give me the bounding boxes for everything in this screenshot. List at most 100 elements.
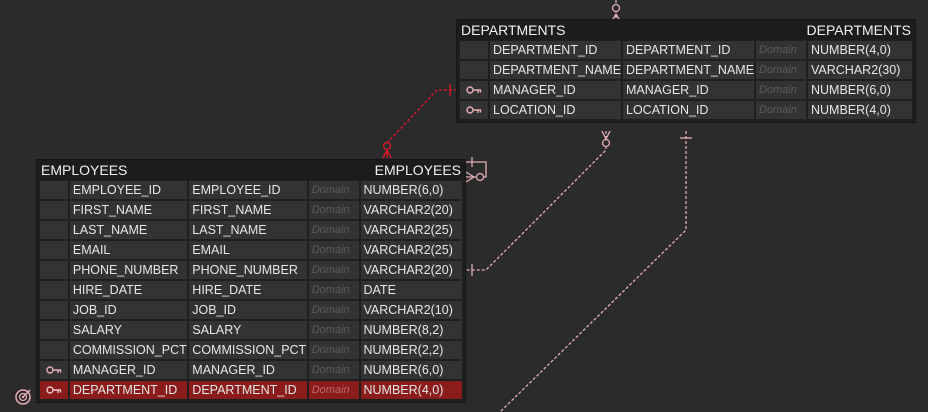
column-logical-name: HIRE_DATE	[189, 281, 307, 299]
column-type: NUMBER(4,0)	[360, 381, 463, 399]
column-icon-cell	[460, 81, 488, 99]
column-logical-name: JOB_ID	[189, 301, 307, 319]
column-type: VARCHAR2(30)	[808, 61, 912, 79]
column-type: VARCHAR2(20)	[360, 261, 463, 279]
column-name: COMMISSION_PCT	[69, 341, 188, 359]
column-icon-cell	[40, 361, 68, 379]
column-row-selected[interactable]: DEPARTMENT_ID DEPARTMENT_ID Domain NUMBE…	[39, 380, 463, 400]
column-type: NUMBER(4,0)	[808, 101, 912, 119]
column-icon-cell	[40, 261, 68, 279]
column-row[interactable]: PHONE_NUMBER PHONE_NUMBER Domain VARCHAR…	[39, 260, 463, 280]
relation-dept-location[interactable]	[499, 131, 692, 412]
column-row[interactable]: DEPARTMENT_NAME DEPARTMENT_NAME Domain V…	[459, 60, 913, 80]
column-icon-cell	[40, 381, 68, 399]
column-domain: Domain	[756, 101, 806, 119]
column-row[interactable]: MANAGER_ID MANAGER_ID Domain NUMBER(6,0)	[39, 360, 463, 380]
relation-emp-department[interactable]	[465, 130, 611, 276]
column-type: VARCHAR2(10)	[360, 301, 463, 319]
column-icon-cell	[460, 61, 488, 79]
column-type: NUMBER(6,0)	[808, 81, 912, 99]
column-row[interactable]: JOB_ID JOB_ID Domain VARCHAR2(10)	[39, 300, 463, 320]
column-row[interactable]: HIRE_DATE HIRE_DATE Domain DATE	[39, 280, 463, 300]
column-icon-cell	[40, 241, 68, 259]
entity-title: EMPLOYEES	[41, 162, 128, 178]
column-name: MANAGER_ID	[490, 81, 621, 99]
column-row[interactable]: SALARY SALARY Domain NUMBER(8,2)	[39, 320, 463, 340]
column-name: HIRE_DATE	[69, 281, 188, 299]
column-row[interactable]: COMMISSION_PCT COMMISSION_PCT Domain NUM…	[39, 340, 463, 360]
key-icon	[466, 86, 482, 94]
column-type: VARCHAR2(20)	[360, 201, 463, 219]
column-domain: Domain	[308, 341, 359, 359]
column-icon-cell	[40, 301, 68, 319]
column-icon-cell	[40, 281, 68, 299]
column-type: NUMBER(4,0)	[808, 41, 912, 59]
column-domain: Domain	[756, 81, 806, 99]
column-name: LOCATION_ID	[490, 101, 621, 119]
diagram-canvas[interactable]: DEPARTMENTS DEPARTMENTS DEPARTMENT_ID DE…	[0, 0, 928, 412]
column-row[interactable]: EMAIL EMAIL Domain VARCHAR2(25)	[39, 240, 463, 260]
key-icon	[466, 106, 482, 114]
key-icon	[46, 366, 62, 374]
column-type: DATE	[360, 281, 463, 299]
relation-dept-top[interactable]	[611, 0, 621, 22]
column-icon-cell	[460, 101, 488, 119]
column-logical-name: LOCATION_ID	[623, 101, 754, 119]
column-name: EMPLOYEE_ID	[69, 181, 188, 199]
column-row[interactable]: LOCATION_ID LOCATION_ID Domain NUMBER(4,…	[459, 100, 913, 120]
column-logical-name: COMMISSION_PCT	[189, 341, 307, 359]
column-name: EMAIL	[69, 241, 188, 259]
column-logical-name: LAST_NAME	[189, 221, 307, 239]
column-logical-name: DEPARTMENT_ID	[189, 381, 307, 399]
column-domain: Domain	[308, 361, 359, 379]
entity-header[interactable]: DEPARTMENTS DEPARTMENTS	[457, 20, 915, 40]
column-domain: Domain	[308, 301, 359, 319]
key-icon	[46, 386, 62, 394]
entity-title: DEPARTMENTS	[461, 22, 566, 38]
column-icon-cell	[40, 201, 68, 219]
column-list: EMPLOYEE_ID EMPLOYEE_ID Domain NUMBER(6,…	[37, 180, 465, 402]
relation-emp-self[interactable]	[465, 157, 487, 183]
column-domain: Domain	[308, 321, 359, 339]
column-logical-name: MANAGER_ID	[623, 81, 754, 99]
column-icon-cell	[40, 221, 68, 239]
column-icon-cell	[40, 181, 68, 199]
column-domain: Domain	[308, 261, 359, 279]
column-logical-name: PHONE_NUMBER	[189, 261, 307, 279]
target-icon[interactable]	[14, 388, 32, 406]
column-name: FIRST_NAME	[69, 201, 188, 219]
relation-dept-manager-selected[interactable]	[382, 84, 457, 159]
entity-departments[interactable]: DEPARTMENTS DEPARTMENTS DEPARTMENT_ID DE…	[457, 20, 915, 122]
column-domain: Domain	[756, 61, 806, 79]
column-name: SALARY	[69, 321, 188, 339]
column-name: DEPARTMENT_ID	[69, 381, 188, 399]
column-logical-name: FIRST_NAME	[189, 201, 307, 219]
column-icon-cell	[40, 321, 68, 339]
column-row[interactable]: DEPARTMENT_ID DEPARTMENT_ID Domain NUMBE…	[459, 40, 913, 60]
column-logical-name: SALARY	[189, 321, 307, 339]
column-type: NUMBER(6,0)	[360, 181, 463, 199]
column-row[interactable]: LAST_NAME LAST_NAME Domain VARCHAR2(25)	[39, 220, 463, 240]
column-domain: Domain	[308, 181, 359, 199]
column-icon-cell	[40, 341, 68, 359]
column-logical-name: EMPLOYEE_ID	[189, 181, 307, 199]
column-logical-name: DEPARTMENT_NAME	[623, 61, 754, 79]
entity-employees[interactable]: EMPLOYEES EMPLOYEES EMPLOYEE_ID EMPLOYEE…	[37, 160, 465, 402]
entity-header[interactable]: EMPLOYEES EMPLOYEES	[37, 160, 465, 180]
column-list: DEPARTMENT_ID DEPARTMENT_ID Domain NUMBE…	[457, 40, 915, 122]
column-row[interactable]: EMPLOYEE_ID EMPLOYEE_ID Domain NUMBER(6,…	[39, 180, 463, 200]
column-domain: Domain	[756, 41, 806, 59]
column-icon-cell	[460, 41, 488, 59]
column-name: JOB_ID	[69, 301, 188, 319]
column-row[interactable]: MANAGER_ID MANAGER_ID Domain NUMBER(6,0)	[459, 80, 913, 100]
entity-physical-title: DEPARTMENTS	[806, 22, 912, 38]
column-type: VARCHAR2(25)	[360, 241, 463, 259]
column-name: MANAGER_ID	[69, 361, 188, 379]
entity-physical-title: EMPLOYEES	[374, 162, 461, 178]
column-logical-name: EMAIL	[189, 241, 307, 259]
column-name: LAST_NAME	[69, 221, 188, 239]
column-name: PHONE_NUMBER	[69, 261, 188, 279]
column-row[interactable]: FIRST_NAME FIRST_NAME Domain VARCHAR2(20…	[39, 200, 463, 220]
column-type: NUMBER(6,0)	[360, 361, 463, 379]
column-name: DEPARTMENT_ID	[490, 41, 621, 59]
